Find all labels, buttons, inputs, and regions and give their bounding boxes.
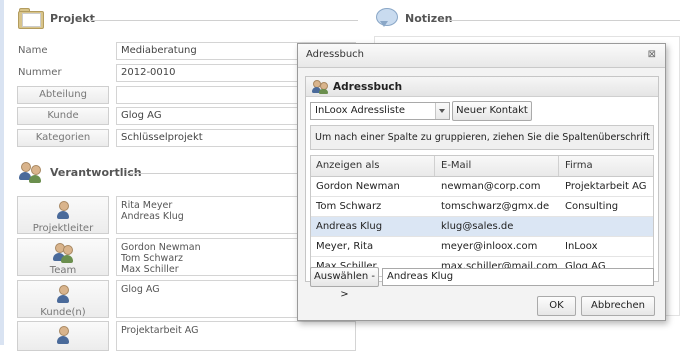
projektleiter-button[interactable]: Projektleiter	[17, 196, 109, 234]
chevron-down-icon[interactable]	[435, 103, 449, 119]
ok-button[interactable]: OK	[537, 296, 576, 316]
cell-name: Gordon Newman	[316, 181, 400, 192]
cell-firma: InLoox	[565, 241, 598, 252]
cell-firma: Consulting	[565, 201, 619, 212]
cell-name: Meyer, Rita	[316, 241, 374, 252]
panel-title: Adressbuch	[333, 80, 403, 93]
table-row[interactable]: Tom Schwarz tomschwarz@gmx.de Consulting	[311, 197, 653, 217]
cell-name: Tom Schwarz	[316, 201, 382, 212]
projektleiter-label: Projektleiter	[32, 223, 94, 234]
cell-email: tomschwarz@gmx.de	[441, 201, 550, 212]
column-header-firma[interactable]: Firma	[559, 156, 653, 176]
address-book-icon	[312, 79, 328, 94]
extra-role-button[interactable]	[17, 321, 109, 351]
speech-bubble-icon	[376, 8, 398, 28]
team-icon	[51, 243, 75, 263]
extra-role-value[interactable]: Projektarbeit AG	[116, 321, 356, 351]
new-contact-button[interactable]: Neuer Kontakt	[452, 101, 532, 121]
address-list-value: InLoox Adressliste	[315, 105, 406, 116]
kunden-label: Kunde(n)	[40, 307, 86, 318]
cell-firma: Projektarbeit AG	[565, 181, 647, 192]
dialog-title: Adressbuch	[306, 49, 364, 60]
close-icon[interactable]: ⊠	[648, 49, 656, 60]
people-icon	[18, 160, 44, 184]
contacts-grid: Anzeigen als E-Mail Firma Gordon Newman …	[310, 155, 654, 277]
name-label: Name	[18, 45, 48, 56]
left-accent-bar	[0, 0, 4, 345]
selected-contact-field[interactable]: Andreas Klug	[382, 268, 654, 286]
address-list-select[interactable]: InLoox Adressliste	[310, 102, 450, 120]
person-icon	[51, 201, 75, 221]
kunde-button[interactable]: Kunde	[17, 107, 109, 125]
kategorien-button[interactable]: Kategorien	[17, 129, 109, 147]
team-button[interactable]: Team	[17, 238, 109, 276]
notizen-header: Notizen	[376, 8, 453, 28]
group-by-area[interactable]: Um nach einer Spalte zu gruppieren, zieh…	[310, 125, 654, 166]
column-header-anzeigen-als[interactable]: Anzeigen als	[311, 156, 435, 176]
select-contact-button[interactable]: Auswählen ->	[310, 267, 379, 300]
adressbuch-dialog: Adressbuch ⊠ Adressbuch InLoox Adresslis…	[297, 43, 666, 321]
table-row-selected[interactable]: Andreas Klug klug@sales.de	[311, 217, 653, 237]
cell-email: newman@corp.com	[441, 181, 541, 192]
panel-header: Adressbuch	[306, 77, 658, 97]
abteilung-button[interactable]: Abteilung	[17, 86, 109, 104]
cell-name: Andreas Klug	[316, 221, 383, 232]
column-header-email[interactable]: E-Mail	[435, 156, 559, 176]
folder-icon	[18, 8, 44, 29]
cell-email: klug@sales.de	[441, 221, 514, 232]
nummer-label: Nummer	[18, 67, 62, 78]
person-icon	[51, 285, 75, 305]
projekt-divider	[90, 20, 358, 21]
team-label: Team	[49, 265, 77, 276]
kunden-button[interactable]: Kunde(n)	[17, 280, 109, 318]
cell-email: meyer@inloox.com	[441, 241, 538, 252]
person-icon	[51, 326, 75, 346]
notizen-divider	[450, 20, 680, 21]
adressbuch-panel: Adressbuch InLoox Adressliste Neuer Kont…	[305, 76, 659, 300]
projekt-title: Projekt	[50, 11, 95, 25]
dialog-titlebar[interactable]: Adressbuch ⊠	[298, 44, 665, 68]
grid-header: Anzeigen als E-Mail Firma	[311, 156, 653, 177]
table-row[interactable]: Meyer, Rita meyer@inloox.com InLoox	[311, 237, 653, 257]
cancel-button[interactable]: Abbrechen	[581, 296, 655, 316]
verantwortlich-title: Verantwortlich	[50, 165, 142, 179]
verantwortlich-header: Verantwortlich	[18, 160, 142, 184]
table-row[interactable]: Gordon Newman newman@corp.com Projektarb…	[311, 177, 653, 197]
projekt-header: Projekt	[18, 8, 95, 29]
notizen-title: Notizen	[405, 11, 453, 25]
